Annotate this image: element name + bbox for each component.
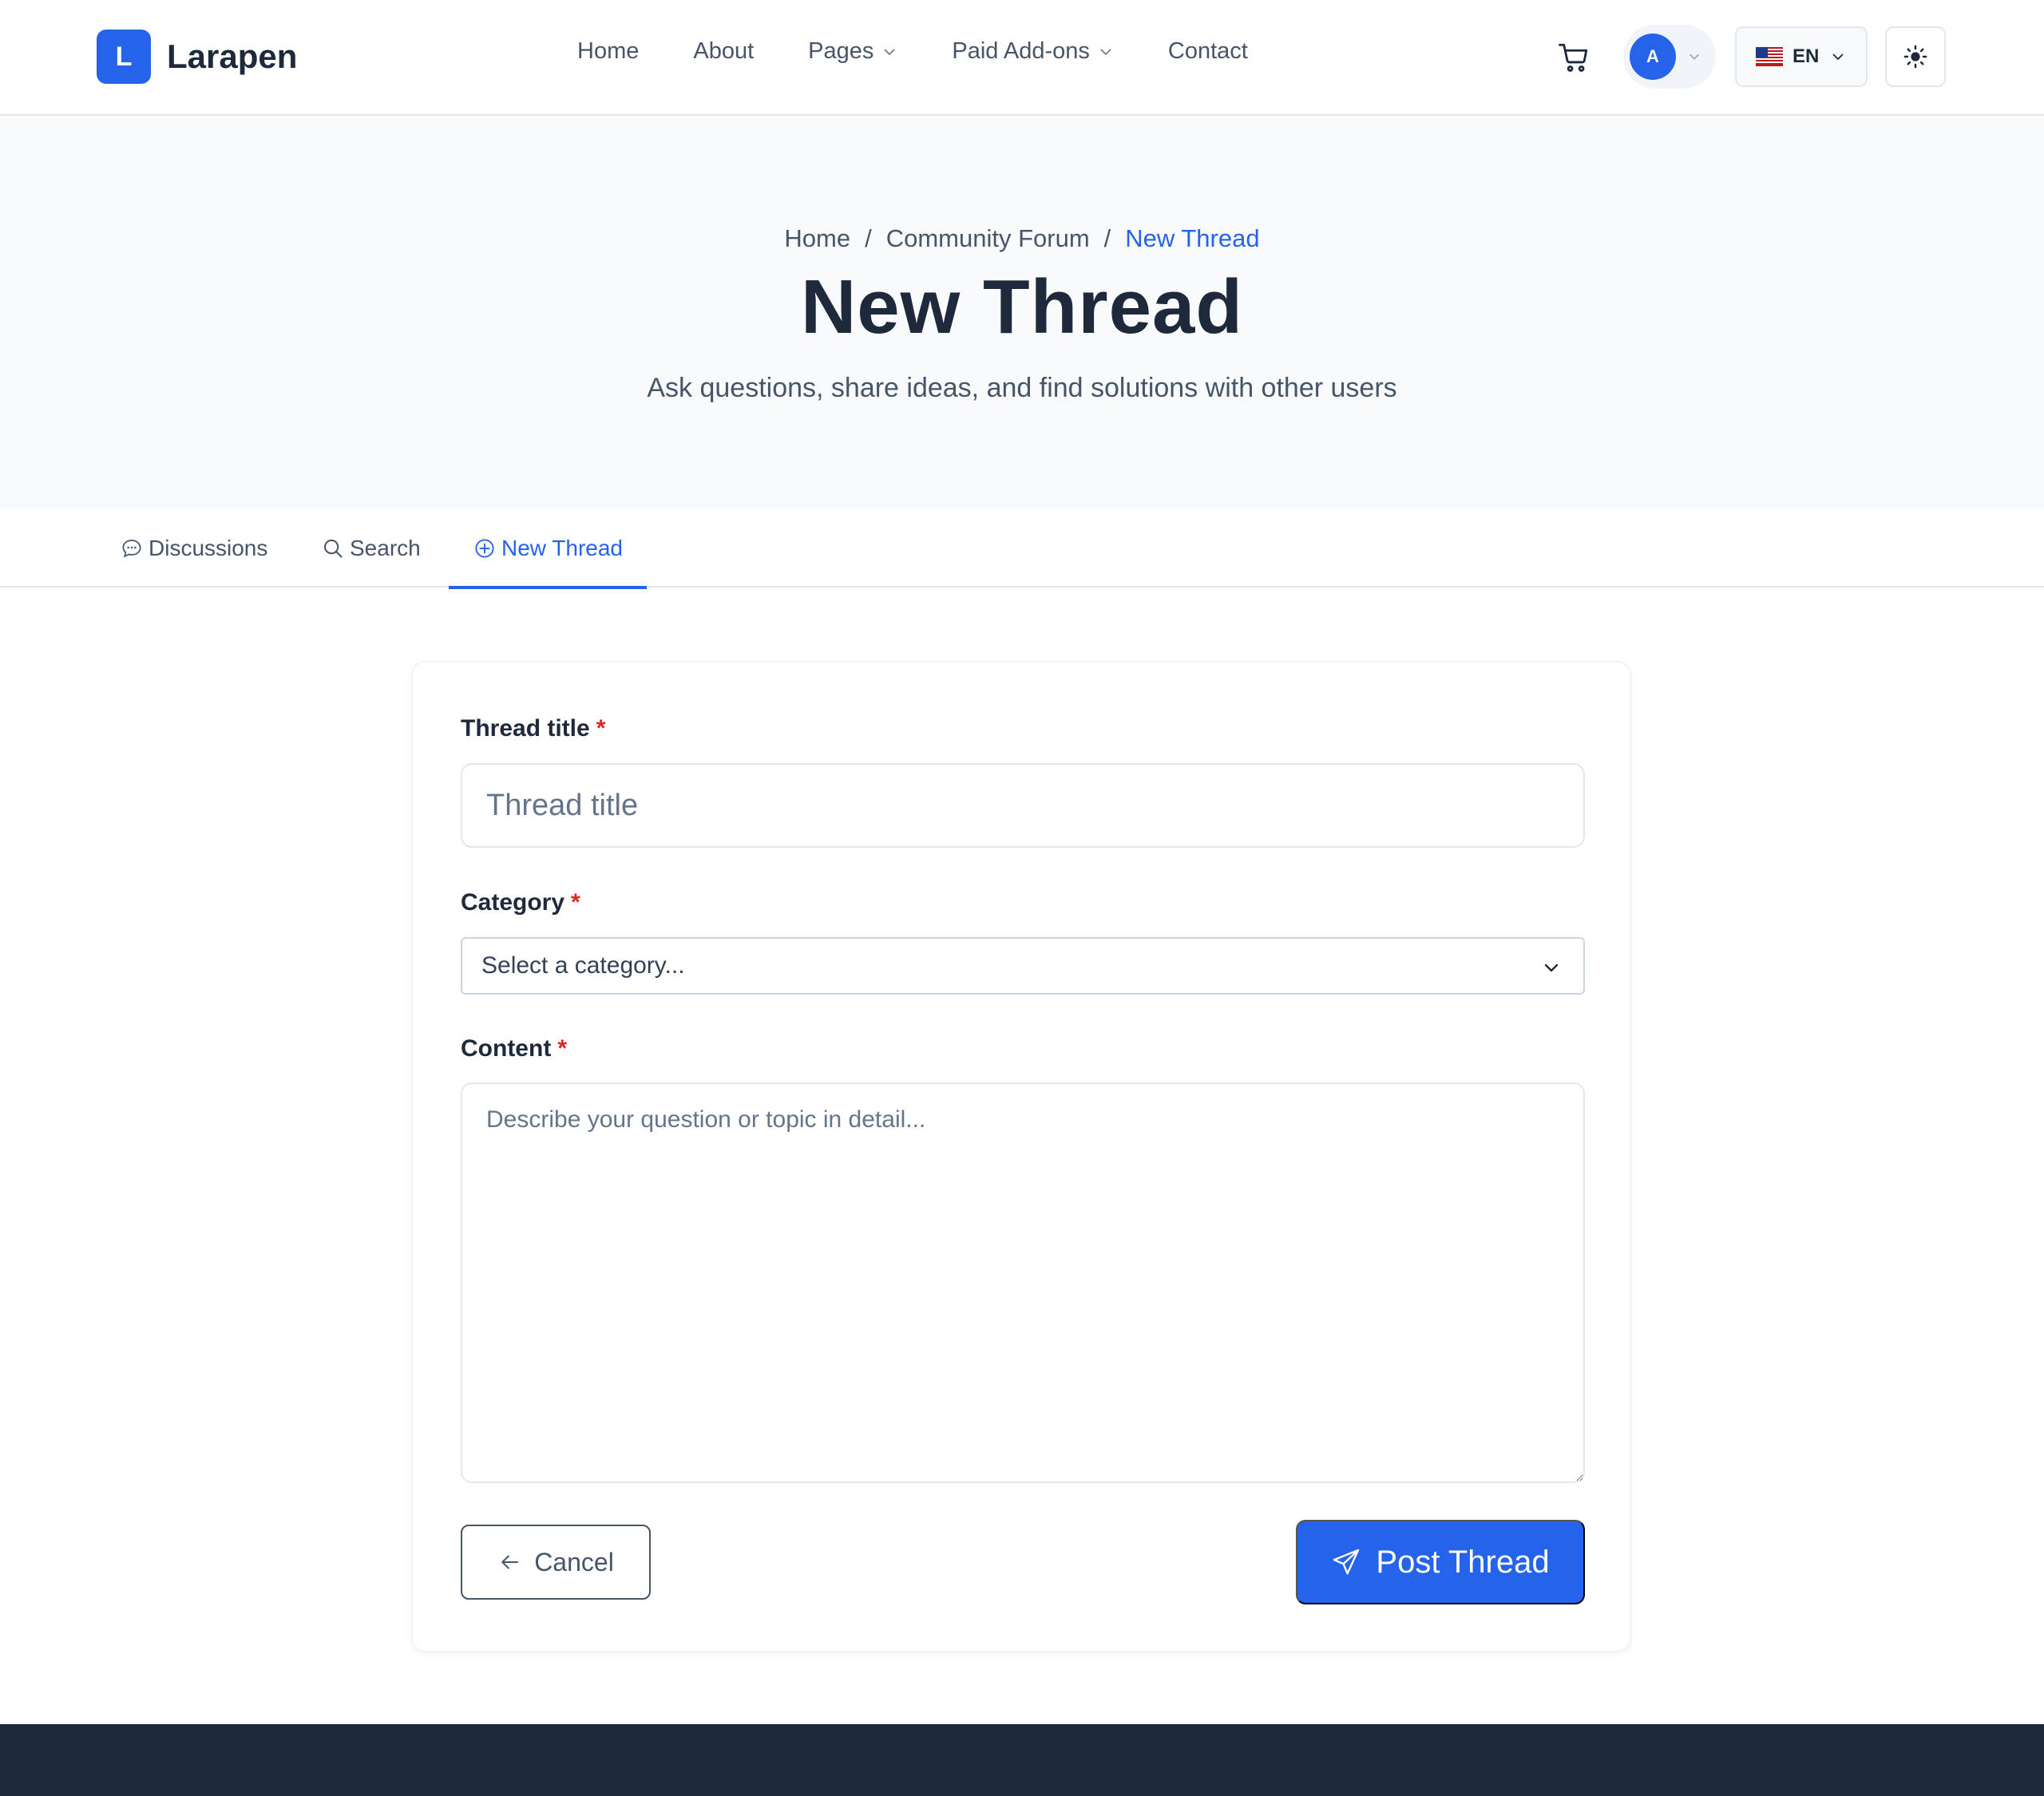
new-thread-form: Thread title* Category* Select a categor… [411, 661, 1631, 1652]
breadcrumb-current: New Thread [1125, 224, 1260, 252]
chat-bubble-icon [122, 540, 141, 558]
chevron-down-icon [1100, 48, 1111, 55]
tab-discussions[interactable]: Discussions [120, 509, 267, 587]
breadcrumb-home[interactable]: Home [784, 224, 850, 252]
main-nav: Home About Pages Paid Add-ons Contact [577, 38, 1302, 65]
breadcrumb-separator: / [1103, 224, 1111, 252]
nav-home[interactable]: Home [577, 38, 639, 65]
nav-contact[interactable]: Contact [1168, 38, 1248, 65]
arrow-left-icon [501, 1555, 519, 1569]
forum-tabs: Discussions Search New Thread [0, 509, 2044, 589]
site-header: L Larapen Home About Pages Paid Add-ons … [0, 0, 2044, 116]
language-code: EN [1792, 45, 1820, 67]
avatar: A [1630, 34, 1676, 80]
content-textarea[interactable] [461, 1082, 1585, 1483]
required-marker: * [557, 1035, 567, 1062]
required-marker: * [571, 889, 580, 916]
chevron-down-icon [1832, 53, 1844, 61]
category-select[interactable]: Select a category... [461, 937, 1585, 995]
cancel-button-label: Cancel [534, 1547, 614, 1576]
content-label-text: Content [461, 1035, 552, 1062]
nav-home-label: Home [577, 38, 640, 64]
category-label: Category * [461, 889, 580, 916]
tab-new-thread[interactable]: New Thread [448, 509, 648, 589]
plus-circle-icon [475, 539, 494, 558]
required-marker: * [596, 715, 606, 742]
thread-title-label: Thread title * [461, 715, 605, 742]
nav-paid-addons-label: Paid Add-ons [952, 38, 1090, 64]
brand-name: Larapen [167, 38, 298, 75]
thread-title-input[interactable] [461, 763, 1585, 848]
post-thread-button[interactable]: Post Thread [1296, 1520, 1585, 1604]
breadcrumb: Home / Community Forum / New Thread [0, 224, 2044, 253]
nav-paid-addons[interactable]: Paid Add-ons [952, 38, 1114, 65]
send-icon [1333, 1549, 1360, 1575]
chevron-down-icon [1544, 963, 1559, 972]
page-title: New Thread [800, 264, 1244, 350]
sun-icon [1903, 45, 1927, 69]
theme-toggle-button[interactable] [1885, 26, 1946, 87]
site-footer [0, 1724, 2044, 1796]
category-label-text: Category [461, 889, 565, 916]
page-hero: Home / Community Forum / New Thread New Thre… [0, 116, 2044, 509]
user-menu-button[interactable]: A [1623, 25, 1716, 89]
content-label: Content * [461, 1035, 567, 1062]
nav-pages[interactable]: Pages [808, 38, 897, 65]
cart-icon[interactable] [1557, 41, 1590, 74]
search-icon [324, 540, 343, 558]
chevron-down-icon [1689, 53, 1699, 60]
nav-about-label: About [693, 38, 755, 64]
tab-search-label: Search [350, 536, 421, 560]
page-subtitle: Ask questions, share ideas, and find sol… [647, 373, 1397, 403]
thread-title-label-text: Thread title [461, 715, 590, 742]
breadcrumb-community-forum[interactable]: Community Forum [886, 224, 1090, 252]
tab-new-thread-label: New Thread [501, 536, 624, 560]
nav-about[interactable]: About [693, 38, 754, 65]
chevron-down-icon [884, 48, 895, 55]
language-selector[interactable]: EN [1735, 26, 1868, 87]
category-selected-value: Select a category... [481, 952, 685, 979]
us-flag-icon [1756, 47, 1783, 66]
logo[interactable]: L Larapen [97, 30, 297, 84]
tab-search[interactable]: Search [321, 509, 421, 587]
cancel-button[interactable]: Cancel [461, 1525, 651, 1600]
post-thread-button-label: Post Thread [1376, 1544, 1550, 1580]
breadcrumb-separator: / [865, 224, 872, 252]
nav-contact-label: Contact [1167, 38, 1248, 64]
nav-pages-label: Pages [808, 38, 874, 64]
logo-icon: L [97, 30, 151, 84]
tab-discussions-label: Discussions [149, 536, 268, 560]
